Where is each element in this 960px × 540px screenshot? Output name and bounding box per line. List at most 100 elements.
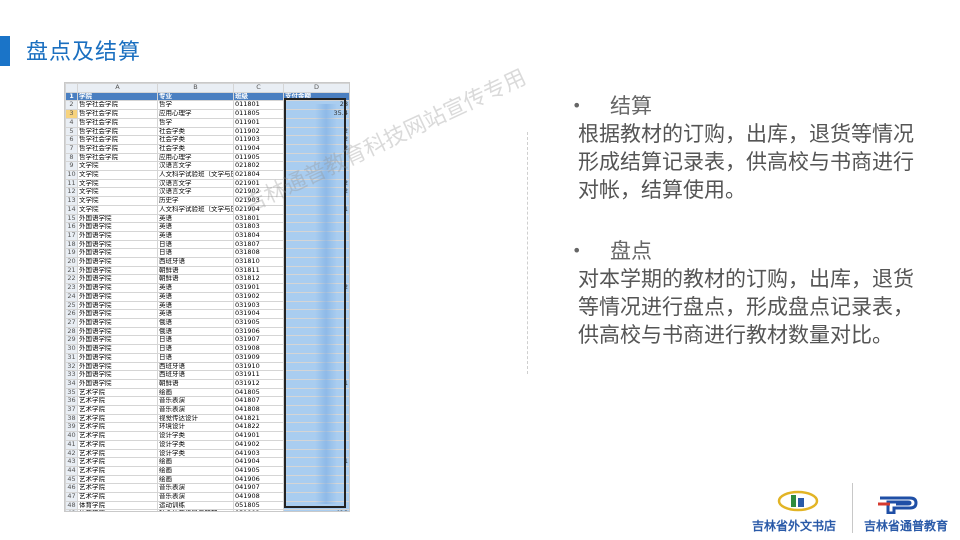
cell-amount (283, 492, 349, 502)
cell-major: 绘画 (157, 465, 234, 476)
cell-amount (283, 230, 349, 241)
cell-class: 041901 (233, 431, 284, 441)
row-number: 24 (65, 291, 78, 302)
cell-college: 艺术学院 (77, 448, 158, 459)
cell-college: 艺术学院 (77, 492, 158, 502)
cell-major: 绘画 (157, 457, 234, 467)
cell-major: 俄语 (157, 318, 234, 328)
row-number: 33 (65, 370, 78, 380)
table-row: 25 外国语学院 英语 031903 (65, 300, 349, 311)
header-row: 1 学院 专业 班级 支付金额 (65, 91, 349, 102)
cell-amount (283, 300, 349, 311)
cell-major: 朝鲜语 (157, 265, 234, 276)
table-row: 6 哲学社会学院 社会学类 011903 2 (65, 135, 349, 145)
cell-college: 外国语学院 (77, 370, 158, 380)
cell-class: 041821 (233, 413, 284, 424)
cell-class: 031803 (233, 222, 284, 232)
cell-college: 外国语学院 (77, 230, 158, 241)
cell-amount (283, 465, 349, 476)
cell-class: 031910 (233, 361, 284, 372)
table-row: 22 外国语学院 朝鲜语 031812 (65, 274, 349, 285)
row-number: 35 (65, 387, 78, 398)
table-row: 13 文学院 历史学 021903 (65, 196, 349, 206)
cell-amount (283, 405, 349, 415)
row-number: 1 (65, 91, 78, 102)
corner-cell (65, 83, 78, 93)
table-row: 42 艺术学院 设计学类 041903 (65, 448, 349, 459)
cell-major: 汉语言文学 (157, 161, 234, 172)
cell-amount (283, 318, 349, 328)
cell-class: 031811 (233, 265, 284, 276)
table-row: 14文学院人文科学试验班（文学与历史）0219041 (65, 204, 349, 215)
cell-class: 041805 (233, 387, 284, 398)
table-row: 3 哲学社会学院 应用心理学 011805 35.4 (65, 109, 349, 119)
table-row: 24 外国语学院 英语 031902 (65, 291, 349, 302)
row-number: 41 (65, 439, 78, 450)
cell-amount (283, 352, 349, 363)
cell-class: 031812 (233, 274, 284, 285)
cell-college: 哲学社会学院 (77, 152, 158, 163)
cell-amount: 2 (283, 283, 349, 293)
cell-class: 011901 (233, 117, 284, 128)
cell-college: 外国语学院 (77, 326, 158, 337)
cell-amount (283, 439, 349, 450)
cell-amount: 35.4 (283, 109, 349, 119)
cell-class: 031909 (233, 352, 284, 363)
cell-amount (283, 448, 349, 459)
table-row: 38 艺术学院 视觉传达设计 041821 (65, 413, 349, 424)
row-number: 36 (65, 396, 78, 406)
table-row: 9 文学院 汉语言文学 021802 (65, 161, 349, 172)
cell-major: 应用心理学 (157, 152, 234, 163)
header-major: 专业 (157, 91, 234, 102)
row-number: 28 (65, 326, 78, 337)
cell-amount (283, 274, 349, 285)
cell-college: 艺术学院 (77, 431, 158, 441)
bookstore-name: 吉林省外文书店 (752, 519, 837, 533)
cell-college: 哲学社会学院 (77, 117, 158, 128)
cell-college: 艺术学院 (77, 465, 158, 476)
cell-college: 艺术学院 (77, 474, 158, 485)
cell-college: 外国语学院 (77, 222, 158, 232)
table-row: 29 外国语学院 日语 031907 (65, 335, 349, 346)
divider (527, 132, 528, 374)
cell-amount (283, 422, 349, 433)
cell-class: 041822 (233, 422, 284, 433)
table-row: 41 艺术学院 设计学类 041902 (65, 439, 349, 450)
row-number: 6 (65, 135, 78, 145)
table-row: 21 外国语学院 朝鲜语 031811 (65, 265, 349, 276)
cell-amount (283, 161, 349, 172)
cell-amount (283, 413, 349, 424)
row-number: 20 (65, 257, 78, 267)
row-number: 40 (65, 431, 78, 441)
row-number: 2 (65, 100, 78, 111)
cell-amount: 2 (283, 143, 349, 154)
cell-major: 日语 (157, 344, 234, 354)
row-number: 11 (65, 178, 78, 189)
cell-class: 041808 (233, 405, 284, 415)
tongpu-logo-icon (878, 496, 918, 514)
tongpu-name: 吉林省通普教育 (864, 519, 949, 533)
cell-class: 031808 (233, 248, 284, 259)
cell-major: 音乐表演 (157, 483, 234, 494)
cell-class: 031804 (233, 230, 284, 241)
cell-class: 021901 (233, 178, 284, 189)
cell-class: 011805 (233, 109, 284, 119)
cell-major: 社会学类 (157, 126, 234, 137)
cell-class: 011903 (233, 135, 284, 145)
cell-college: 哲学社会学院 (77, 126, 158, 137)
cell-major: 社会体育指导与管理 (157, 509, 234, 511)
table-row: 19 外国语学院 日语 031808 (65, 248, 349, 259)
table-row: 32 外国语学院 西班牙语 031910 (65, 361, 349, 372)
cell-amount (283, 344, 349, 354)
cell-class: 031807 (233, 239, 284, 250)
column-letter: D (283, 83, 349, 93)
row-number: 32 (65, 361, 78, 372)
cell-major: 西班牙语 (157, 257, 234, 267)
row-number: 16 (65, 222, 78, 232)
table-row: 35 艺术学院 绘画 041805 (65, 387, 349, 398)
cell-amount (283, 396, 349, 406)
cell-major: 英语 (157, 283, 234, 293)
table-row: 20 外国语学院 西班牙语 031810 (65, 257, 349, 267)
cell-college: 外国语学院 (77, 344, 158, 354)
cell-class: 031911 (233, 370, 284, 380)
